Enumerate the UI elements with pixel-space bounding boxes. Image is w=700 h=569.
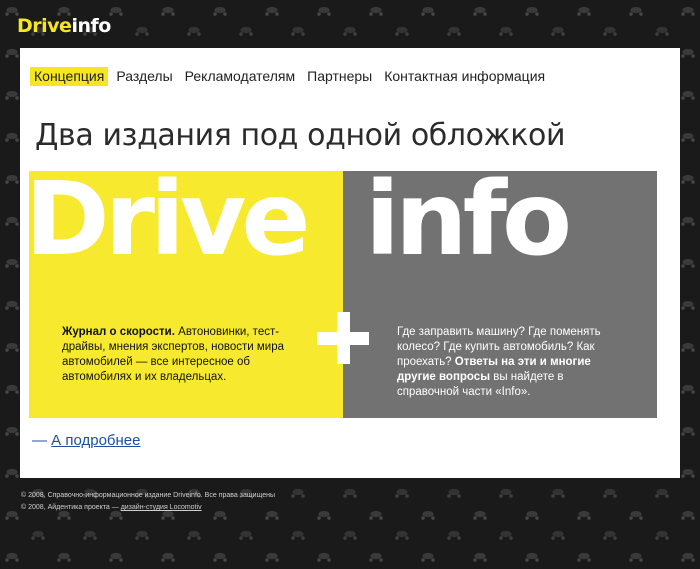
footer-copyright: © 2008, Справочно-информационное издание… — [21, 492, 275, 499]
drive-description-bold: Журнал о скорости. — [62, 326, 175, 338]
nav-item-advertisers[interactable]: Рекламодателям — [181, 67, 299, 86]
plus-icon-vertical — [337, 312, 350, 364]
nav-item-contacts[interactable]: Контактная информация — [380, 67, 549, 86]
footer-credits-prefix: © 2008, Айдентика проекта — — [21, 504, 121, 511]
footer-credits: © 2008, Айдентика проекта — дизайн-студи… — [21, 503, 202, 512]
site-logo[interactable]: Driveinfo — [17, 15, 111, 37]
banner-word-drive: Drive — [29, 171, 311, 279]
nav-item-sections[interactable]: Разделы — [112, 67, 176, 86]
main-nav: Концепция Разделы Рекламодателям Партнер… — [30, 67, 553, 86]
content-panel: Концепция Разделы Рекламодателям Партнер… — [20, 48, 680, 478]
page-title: Два издания под одной обложкой — [35, 118, 566, 153]
read-more-dash: — — [32, 432, 52, 449]
logo-part-drive: Drive — [17, 15, 72, 37]
logo-part-info: info — [71, 15, 111, 37]
nav-item-concept[interactable]: Концепция — [30, 67, 109, 86]
concept-banner: Drive info Журнал о скорости. Автоновинк… — [29, 171, 657, 418]
read-more-link[interactable]: — А подробнее — [32, 432, 140, 449]
read-more-label[interactable]: А подробнее — [51, 432, 140, 449]
drive-description: Журнал о скорости. Автоновинки, тест-дра… — [62, 325, 292, 385]
nav-item-partners[interactable]: Партнеры — [303, 67, 376, 86]
info-description: Где заправить машину? Где поменять колес… — [397, 325, 617, 400]
banner-word-info: info — [365, 171, 572, 279]
footer-studio-link[interactable]: дизайн-студия Locomotiv — [121, 504, 202, 511]
